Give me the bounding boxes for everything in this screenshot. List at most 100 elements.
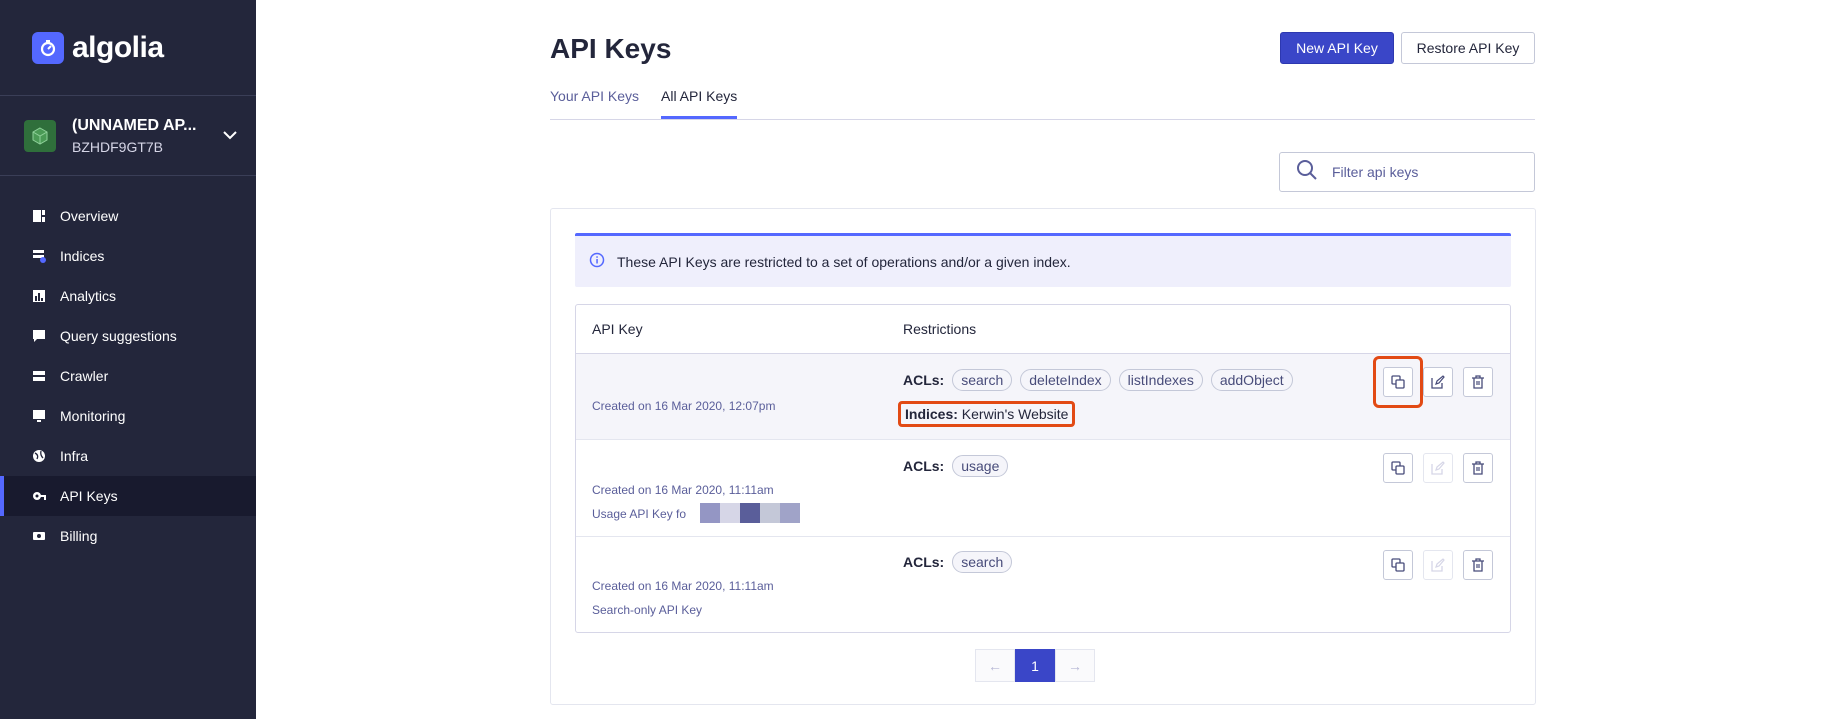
edit-button[interactable] [1423,550,1453,580]
table-row: Created on 16 Mar 2020, 12:07pm ACLs: se… [576,354,1510,440]
monitoring-icon [32,409,46,423]
acl-list: ACLs: usage [903,455,1016,477]
sidebar-item-label: Analytics [60,288,117,304]
column-header-restrictions: Restrictions [903,321,977,337]
table-row: Created on 16 Mar 2020, 11:11am Usage AP… [576,440,1510,537]
overview-icon [32,209,46,223]
sidebar-item-label: API Keys [60,488,118,504]
delete-button[interactable] [1463,550,1493,580]
sidebar-item-infra[interactable]: Infra [0,436,256,476]
edit-icon [1431,375,1445,389]
trash-icon [1472,375,1484,389]
chevron-down-icon [222,127,238,145]
acl-pill: search [952,369,1013,391]
info-notice: These API Keys are restricted to a set o… [575,233,1511,287]
app-name: (UNNAMED AP... [72,116,197,134]
info-icon [589,252,605,271]
copy-icon [1391,558,1405,572]
delete-button[interactable] [1463,367,1493,397]
copy-button[interactable] [1383,453,1413,483]
acl-list: ACLs: search [903,551,1020,573]
crawler-icon [32,369,46,383]
table-row: Created on 16 Mar 2020, 11:11am Search-o… [576,537,1510,632]
created-date: Created on 16 Mar 2020, 12:07pm [592,399,776,413]
filter-box [1279,152,1535,192]
indices-label: Indices: [905,406,958,422]
sidebar-item-label: Indices [60,248,105,264]
billing-icon [32,529,46,543]
indices-restriction: Indices: Kerwin's Website [898,401,1076,427]
app-switcher[interactable]: (UNNAMED AP... BZHDF9GT7B [0,96,256,176]
trash-icon [1472,461,1484,475]
acl-pill: search [952,551,1013,573]
tab-bar: Your API Keys All API Keys [550,86,1535,120]
acl-list: ACLs: search deleteIndex listIndexes add… [903,369,1301,391]
sidebar-item-api-keys[interactable]: API Keys [0,476,256,516]
algolia-logo-icon [32,31,64,64]
column-header-api-key: API Key [592,321,643,337]
pagination-next-button[interactable]: → [1055,649,1095,682]
sidebar-item-analytics[interactable]: Analytics [0,276,256,316]
pagination: ← 1 → [975,649,1095,682]
sidebar-item-label: Crawler [60,368,109,384]
notice-text: These API Keys are restricted to a set o… [617,253,1071,270]
pagination-prev-button[interactable]: ← [975,649,1015,682]
query-suggestions-icon [32,329,46,343]
sidebar: algolia (UNNAMED AP... BZHDF9GT7B Overvi… [0,0,256,719]
sidebar-item-overview[interactable]: Overview [0,196,256,236]
acl-pill: usage [952,455,1009,477]
key-icon [32,489,46,503]
key-description: Search-only API Key [592,603,703,617]
acl-pill: listIndexes [1118,369,1203,391]
sidebar-item-label: Billing [60,528,98,544]
globe-icon [32,449,46,463]
api-keys-card: These API Keys are restricted to a set o… [550,208,1536,705]
redacted-text [700,503,800,523]
search-icon [1296,159,1318,186]
sidebar-item-monitoring[interactable]: Monitoring [0,396,256,436]
tab-all-api-keys[interactable]: All API Keys [661,88,738,119]
sidebar-item-billing[interactable]: Billing [0,516,256,556]
app-cube-icon [24,119,56,152]
copy-icon [1391,461,1405,475]
restore-api-key-button[interactable]: Restore API Key [1401,32,1535,64]
api-keys-table: API Key Restrictions Created on 16 Mar 2… [575,304,1511,633]
analytics-icon [32,289,46,303]
sidebar-item-query-suggestions[interactable]: Query suggestions [0,316,256,356]
created-date: Created on 16 Mar 2020, 11:11am [592,579,774,593]
key-description: Usage API Key fo [592,507,687,521]
trash-icon [1472,558,1484,572]
acl-pill: deleteIndex [1020,369,1111,391]
edit-button[interactable] [1423,453,1453,483]
table-header: API Key Restrictions [576,305,1510,354]
pagination-page-current[interactable]: 1 [1015,649,1055,682]
sidebar-item-crawler[interactable]: Crawler [0,356,256,396]
filter-api-keys-input[interactable] [1332,164,1512,180]
edit-icon [1431,558,1445,572]
copy-button[interactable] [1383,550,1413,580]
acl-label: ACLs: [903,458,945,474]
new-api-key-button[interactable]: New API Key [1280,32,1394,64]
sidebar-nav: Overview Indices Analytics Query suggest… [0,196,256,556]
sidebar-item-label: Monitoring [60,408,126,424]
indices-value: Kerwin's Website [961,406,1069,422]
sidebar-item-indices[interactable]: Indices [0,236,256,276]
copy-icon [1391,375,1405,389]
edit-icon [1431,461,1445,475]
delete-button[interactable] [1463,453,1493,483]
acl-label: ACLs: [903,372,945,388]
brand-name: algolia [72,30,164,64]
acl-label: ACLs: [903,554,945,570]
acl-pill: addObject [1210,369,1293,391]
sidebar-item-label: Infra [60,448,89,464]
created-date: Created on 16 Mar 2020, 11:11am [592,483,774,497]
copy-button[interactable] [1383,367,1413,397]
tab-your-api-keys[interactable]: Your API Keys [550,88,639,119]
page-title: API Keys [550,33,672,64]
sidebar-item-label: Query suggestions [60,328,177,344]
app-id: BZHDF9GT7B [72,138,164,155]
indices-icon [32,249,46,263]
brand: algolia [0,0,256,96]
edit-button[interactable] [1423,367,1453,397]
sidebar-item-label: Overview [60,208,119,224]
